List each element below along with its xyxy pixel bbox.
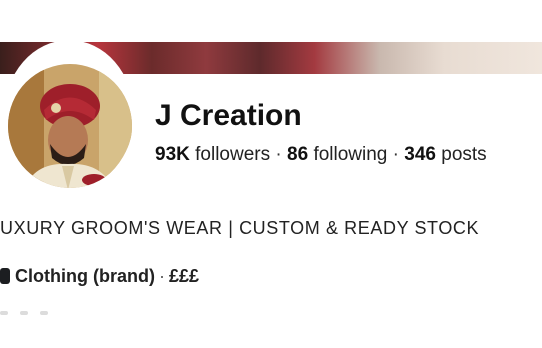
stats-separator: · — [275, 144, 282, 165]
faded-mark — [0, 311, 8, 315]
posts-label: posts — [441, 144, 487, 165]
profile-avatar[interactable] — [4, 40, 134, 190]
top-blank — [0, 0, 542, 42]
posts-link[interactable]: 346 posts — [404, 144, 486, 165]
profile-category: Clothing (brand) · £££ — [0, 264, 199, 288]
bag-icon — [0, 268, 10, 284]
posts-count: 346 — [404, 144, 436, 165]
profile-name: J Creation — [155, 99, 302, 132]
category-separator: · — [158, 266, 165, 286]
price-range: £££ — [168, 266, 200, 286]
following-link[interactable]: 86 following — [287, 144, 387, 165]
stats-separator: · — [392, 144, 399, 165]
profile-bio: UXURY GROOM'S WEAR | CUSTOM & READY STOC… — [0, 218, 480, 238]
following-label: following — [313, 144, 388, 165]
faded-row — [0, 302, 60, 315]
followers-count: 93K — [155, 144, 190, 165]
followers-link[interactable]: 93K followers — [155, 144, 270, 165]
faded-mark — [20, 311, 28, 315]
faded-mark — [40, 311, 48, 315]
followers-label: followers — [195, 144, 271, 165]
following-count: 86 — [287, 144, 309, 165]
category-label[interactable]: Clothing (brand) — [15, 264, 155, 288]
profile-stats: 93K followers · 86 following · 346 posts — [155, 143, 487, 167]
